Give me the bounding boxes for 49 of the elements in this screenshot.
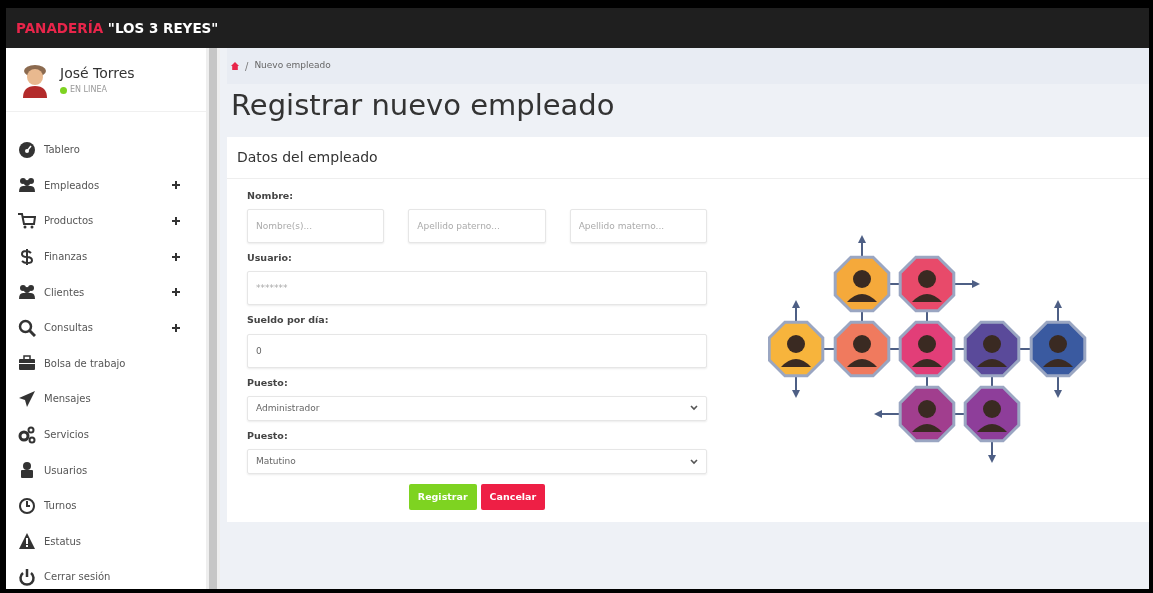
sidebar-item[interactable]: Productos <box>6 203 206 239</box>
cart-icon <box>18 212 36 230</box>
sidebar-item[interactable]: Usuarios <box>6 452 206 488</box>
people-icon <box>18 176 36 195</box>
sidebar-item[interactable]: Turnos <box>6 487 206 524</box>
input-field[interactable]: Apellido paterno... <box>408 209 546 244</box>
gauge-icon <box>18 140 36 159</box>
select-field[interactable]: Administrador <box>247 395 707 421</box>
scrollbar[interactable] <box>206 48 220 589</box>
breadcrumb-separator: / <box>245 59 249 74</box>
user-status: EN LINEA <box>70 84 107 96</box>
brand-title: PANADERÍA "LOS 3 REYES" <box>16 18 219 38</box>
input-field[interactable]: Nombre(s)... <box>247 209 385 244</box>
field-label: Usuario: <box>247 251 293 266</box>
sidebar-item[interactable]: Estatus <box>6 523 206 560</box>
field-label: Sueldo por día: <box>247 313 330 328</box>
input-field[interactable]: ******* <box>247 271 707 306</box>
cancel-button[interactable]: Cancelar <box>480 484 546 511</box>
sidebar-item[interactable]: Cerrar sesión <box>6 559 206 593</box>
sidebar-item[interactable]: Mensajes <box>6 381 206 417</box>
clock-icon <box>18 496 36 515</box>
breadcrumb-current: Nuevo empleado <box>254 59 331 73</box>
search-icon <box>18 318 36 337</box>
field-label: Puesto: <box>247 428 289 443</box>
power-icon <box>18 567 36 586</box>
input-field[interactable]: Apellido materno... <box>569 209 707 244</box>
select-field[interactable]: Matutino <box>247 449 707 475</box>
dollar-icon <box>18 247 36 266</box>
sidebar-item[interactable]: Bolsa de trabajo <box>6 345 206 382</box>
warning-icon <box>18 532 36 551</box>
sidebar-item[interactable]: Clientes <box>6 274 206 310</box>
paper-plane-icon <box>18 389 36 408</box>
sidebar-item[interactable]: Empleados <box>6 167 206 204</box>
sidebar-item[interactable]: Finanzas <box>6 238 206 275</box>
chevron-down-icon <box>690 405 698 412</box>
user-name: José Torres <box>60 64 135 83</box>
home-icon[interactable] <box>231 62 239 70</box>
briefcase-icon <box>18 354 36 373</box>
people-icon <box>18 283 36 302</box>
input-field[interactable]: 0 <box>247 333 707 368</box>
page-title: Registrar nuevo empleado <box>230 87 616 124</box>
card-title: Datos del empleado <box>227 136 1149 179</box>
sidebar-item[interactable]: Tablero <box>6 132 206 168</box>
sidebar-item[interactable]: Consultas <box>6 309 206 346</box>
sidebar-item[interactable]: Servicios <box>6 416 206 453</box>
chevron-down-icon <box>690 458 698 465</box>
field-label: Puesto: <box>247 375 289 390</box>
field-label: Nombre: <box>247 188 295 203</box>
gears-icon <box>18 425 36 444</box>
